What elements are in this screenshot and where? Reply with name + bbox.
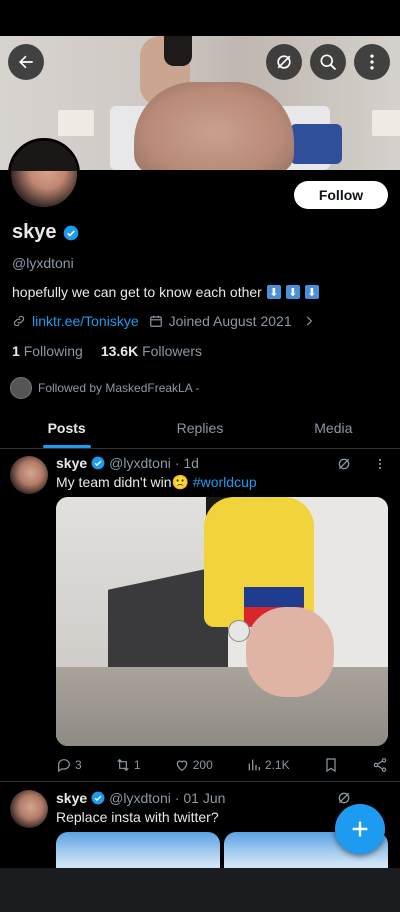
like-icon: [176, 760, 187, 772]
post-time: · 01 Jun: [174, 790, 226, 806]
like-count: 200: [192, 758, 213, 772]
chevron-right-icon[interactable]: [302, 314, 316, 328]
post-header: skye @lyxdtoni · 1d: [56, 455, 199, 471]
post-top-actions: [336, 790, 352, 806]
post-hashtag[interactable]: #worldcup: [193, 474, 257, 490]
profile-name-row: skye: [12, 221, 79, 244]
reply-count: 3: [75, 758, 82, 772]
like-button[interactable]: 200: [174, 757, 213, 773]
post-actions: 3 1 200 2.1K: [56, 757, 388, 773]
post-author-name[interactable]: skye: [56, 790, 87, 806]
verified-badge-icon: [91, 456, 105, 470]
bio-text: hopefully we can get to know each other: [12, 284, 262, 300]
profile-link[interactable]: linktr.ee/Toniskye: [32, 313, 139, 329]
verified-badge-icon: [91, 791, 105, 805]
repost-count: 1: [133, 758, 141, 772]
post-body: Replace insta with twitter?: [56, 809, 219, 825]
post-media-image[interactable]: [56, 832, 220, 872]
follow-button[interactable]: Follow: [294, 181, 388, 209]
profile-meta: linktr.ee/Toniskye Joined August 2021: [12, 313, 316, 329]
verified-badge-icon[interactable]: [63, 225, 79, 241]
post-avatar[interactable]: [10, 456, 48, 494]
joined-date: Joined August 2021: [168, 313, 292, 329]
profile-avatar[interactable]: [8, 138, 80, 210]
back-button[interactable]: [8, 44, 44, 80]
search-button[interactable]: [310, 44, 346, 80]
down-arrow-emoji: ⬇: [304, 285, 319, 299]
followed-by-text: Followed by MaskedFreakLA -: [38, 381, 200, 395]
followers-label: Followers: [142, 343, 202, 359]
down-arrow-emoji: ⬇: [285, 285, 300, 299]
views-button[interactable]: 2.1K: [246, 757, 290, 773]
repost-icon: [117, 758, 129, 772]
more-vertical-icon[interactable]: [372, 456, 388, 472]
tab-posts[interactable]: Posts: [0, 414, 133, 448]
reply-button[interactable]: 3: [56, 757, 82, 773]
followed-by-row[interactable]: Followed by MaskedFreakLA -: [10, 377, 199, 399]
down-arrow-emoji: ⬇: [266, 285, 281, 299]
post-avatar[interactable]: [10, 790, 48, 828]
back-arrow-icon: [19, 55, 33, 69]
follower-avatar: [10, 377, 32, 399]
repost-button[interactable]: 1: [115, 757, 141, 773]
no-grok-icon[interactable]: [336, 456, 352, 472]
post-text: My team didn't win🙁 #worldcup: [56, 474, 257, 491]
post-time: · 1d: [174, 455, 199, 471]
post-body: My team didn't win🙁: [56, 474, 189, 490]
compose-plus-icon: [352, 821, 368, 837]
share-icon: [373, 758, 387, 772]
calendar-icon: [149, 315, 162, 327]
post-divider: [0, 781, 400, 782]
post-author-name[interactable]: skye: [56, 455, 87, 471]
system-nav-bar: [0, 868, 400, 912]
no-grok-icon[interactable]: [336, 790, 352, 806]
link-icon: [13, 315, 25, 327]
compose-button[interactable]: [335, 804, 385, 854]
share-button[interactable]: [372, 757, 388, 773]
search-icon: [320, 54, 337, 71]
profile-bio: hopefully we can get to know each other …: [12, 284, 319, 300]
status-bar: [0, 0, 400, 36]
profile-handle: @lyxdtoni: [12, 255, 74, 271]
post-author-handle: @lyxdtoni: [109, 790, 171, 806]
reply-icon: [58, 759, 70, 773]
following-label: Following: [23, 343, 83, 359]
no-grok-icon: [277, 55, 291, 69]
profile-tabs: Posts Replies Media: [0, 414, 400, 449]
tab-replies[interactable]: Replies: [133, 414, 266, 448]
more-button[interactable]: [354, 44, 390, 80]
post-media-image[interactable]: [56, 497, 388, 746]
followers-link[interactable]: 13.6K Followers: [101, 343, 202, 359]
views-icon: [248, 759, 260, 771]
followers-count: 13.6K: [100, 343, 139, 359]
follow-stats: 1 Following 13.6K Followers: [12, 343, 202, 359]
profile-name: skye: [12, 221, 57, 243]
post-author-handle: @lyxdtoni: [109, 455, 171, 471]
bookmark-icon: [326, 758, 336, 773]
views-count: 2.1K: [264, 758, 290, 772]
following-count: 1: [12, 343, 20, 359]
post-text: Replace insta with twitter?: [56, 809, 219, 825]
post-header: skye @lyxdtoni · 01 Jun: [56, 790, 225, 806]
more-vertical-icon: [370, 54, 374, 70]
following-link[interactable]: 1 Following: [12, 343, 83, 359]
tab-media[interactable]: Media: [267, 414, 400, 448]
bookmark-button[interactable]: [323, 757, 339, 773]
no-grok-button[interactable]: [266, 44, 302, 80]
post-top-actions: [336, 456, 388, 472]
